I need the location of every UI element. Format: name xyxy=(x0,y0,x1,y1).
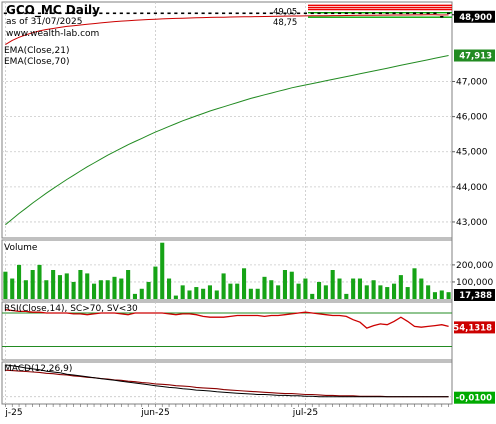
price-last-value: 48,900 xyxy=(459,13,492,23)
volume-bar xyxy=(235,283,240,299)
x-tick-label: j-25 xyxy=(4,408,22,418)
volume-bar xyxy=(160,242,165,299)
volume-label: Volume xyxy=(4,243,38,253)
volume-bar xyxy=(167,278,172,299)
volume-bar xyxy=(85,273,90,299)
price-tick-label: 43,000 xyxy=(456,218,488,228)
volume-bar xyxy=(262,276,267,299)
rsi-last-value: 54,1318 xyxy=(453,323,492,333)
volume-bar xyxy=(126,270,131,299)
volume-bar xyxy=(10,278,15,299)
volume-bar xyxy=(405,287,410,299)
volume-bar xyxy=(98,280,103,299)
volume-bar xyxy=(30,270,35,299)
volume-bar xyxy=(180,285,185,299)
chart-date: as of 31/07/2025 xyxy=(6,17,83,27)
volume-bar xyxy=(255,288,260,299)
volume-bar xyxy=(371,280,376,299)
volume-bar xyxy=(37,264,42,299)
macd-label: MACD(12,26,9) xyxy=(4,364,73,374)
volume-bar xyxy=(426,285,431,299)
volume-bar xyxy=(446,292,451,299)
volume-bar xyxy=(57,275,62,299)
chart-site: www.wealth-lab.com xyxy=(6,29,100,39)
x-tick-label: jun-25 xyxy=(140,408,170,418)
volume-bar xyxy=(51,270,56,299)
volume-bar xyxy=(392,283,397,299)
chart-stage: j-25 jun-25 jul-25 43,000 44,000 45,000 46,000… xyxy=(0,0,496,420)
volume-bar xyxy=(17,264,22,299)
ema-long-label: EMA(Close,70) xyxy=(4,57,70,67)
volume-bar xyxy=(173,295,178,299)
volume-bar xyxy=(194,287,199,299)
volume-bar xyxy=(23,280,28,299)
volume-bar xyxy=(330,270,335,299)
volume-bar xyxy=(3,271,8,299)
volume-bar xyxy=(78,270,83,299)
volume-bar xyxy=(357,278,362,299)
price-tick-label: 46,000 xyxy=(456,113,488,123)
volume-bar xyxy=(228,283,233,299)
volume-bar xyxy=(269,280,274,299)
volume-bar xyxy=(221,273,226,299)
volume-bar xyxy=(105,280,110,299)
price-tick-label: 45,000 xyxy=(456,148,488,158)
volume-pane xyxy=(1,239,453,301)
volume-bar xyxy=(398,275,403,299)
macd-last-value: -0,0100 xyxy=(456,394,492,404)
volume-bar xyxy=(310,293,315,299)
volume-bar xyxy=(303,278,308,299)
volume-tick-label: 200,000 xyxy=(456,261,493,271)
chart-svg: j-25 jun-25 jul-25 43,000 44,000 45,000 46,000… xyxy=(1,1,495,418)
volume-last-value: 17,388 xyxy=(459,291,492,301)
volume-bar xyxy=(64,273,69,299)
volume-bar xyxy=(119,278,124,299)
volume-bar xyxy=(139,288,144,299)
ema-short-label: EMA(Close,21) xyxy=(4,46,70,56)
volume-bar xyxy=(92,283,97,299)
volume-bar xyxy=(323,285,328,299)
volume-bar xyxy=(289,271,294,299)
volume-bar xyxy=(412,268,417,299)
volume-bar xyxy=(132,293,137,299)
volume-bar xyxy=(378,285,383,299)
volume-tick-label: 100,000 xyxy=(456,278,493,288)
volume-bar xyxy=(419,278,424,299)
chart-title: GCO_MC Daily xyxy=(6,3,100,17)
volume-bar xyxy=(439,290,444,299)
price-annotation: 48,75 xyxy=(273,18,297,28)
ema-long-last-value: 47,913 xyxy=(459,52,492,62)
volume-bar xyxy=(282,270,287,299)
volume-bar xyxy=(146,281,151,299)
volume-bar xyxy=(214,290,219,299)
price-annotation: 49,05 xyxy=(273,7,297,17)
volume-bar xyxy=(207,285,212,299)
volume-bar xyxy=(153,266,158,299)
volume-bar xyxy=(112,276,117,299)
volume-bar xyxy=(71,281,76,299)
volume-bar xyxy=(344,293,349,299)
volume-bar xyxy=(276,285,281,299)
volume-bar xyxy=(364,285,369,299)
price-tick-label: 47,000 xyxy=(456,77,488,87)
x-tick-label: jul-25 xyxy=(292,408,318,418)
volume-bar xyxy=(242,268,247,299)
price-tick-label: 44,000 xyxy=(456,183,488,193)
volume-bar xyxy=(432,292,437,299)
volume-bar xyxy=(385,287,390,299)
volume-bar xyxy=(44,280,49,299)
volume-bar xyxy=(351,278,356,299)
rsi-label: RSI(Close,14), SC>70, SV<30 xyxy=(4,304,138,314)
volume-bar xyxy=(317,281,322,299)
volume-bar xyxy=(337,278,342,299)
volume-bar xyxy=(201,288,206,299)
volume-bar xyxy=(187,290,192,299)
volume-bar xyxy=(296,283,301,299)
volume-bar xyxy=(248,288,253,299)
